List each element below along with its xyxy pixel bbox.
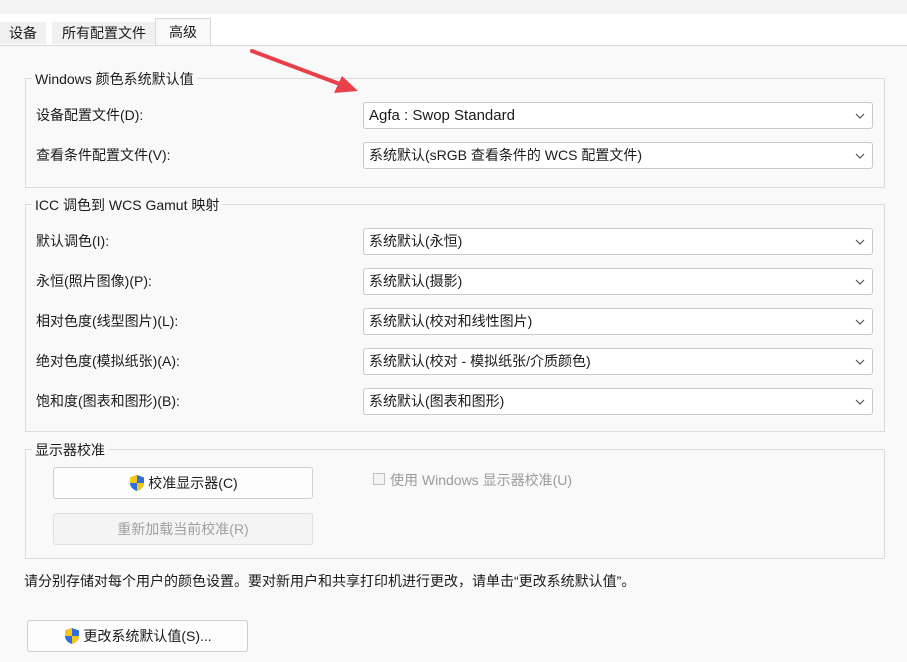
chevron-down-icon (855, 153, 865, 159)
device-profile-select[interactable]: Agfa : Swop Standard (363, 102, 873, 129)
device-profile-label: 设备配置文件(D): (36, 107, 144, 123)
chevron-down-icon (855, 239, 865, 245)
relative-colorimetric-select[interactable]: 系统默认(校对和线性图片) (363, 308, 873, 335)
absolute-colorimetric-label: 绝对色度(模拟纸张)(A): (36, 353, 180, 369)
wcs-defaults-group: Windows 颜色系统默认值 设备配置文件(D): Agfa : Swop S… (25, 69, 885, 188)
tab-devices[interactable]: 设备 (0, 22, 46, 44)
calibrate-display-button[interactable]: 校准显示器(C) (53, 467, 313, 499)
chevron-down-icon (855, 319, 865, 325)
default-intent-label: 默认调色(I): (36, 233, 110, 249)
viewing-conditions-value: 系统默认(sRGB 查看条件的 WCS 配置文件) (369, 147, 642, 163)
gamut-mapping-group: ICC 调色到 WCS Gamut 映射 默认调色(I): 系统默认(永恒) 永… (25, 195, 885, 432)
wcs-defaults-legend: Windows 颜色系统默认值 (32, 69, 197, 89)
device-profile-value: Agfa : Swop Standard (369, 107, 515, 124)
relative-colorimetric-label: 相对色度(线型图片)(L): (36, 313, 179, 329)
footnote-text: 请分别存储对每个用户的颜色设置。要对新用户和共享打印机进行更改，请单击“更改系统… (24, 573, 636, 589)
chevron-down-icon (855, 113, 865, 119)
default-intent-value: 系统默认(永恒) (369, 233, 463, 249)
saturation-select[interactable]: 系统默认(图表和图形) (363, 388, 873, 415)
saturation-label: 饱和度(图表和图形)(B): (36, 393, 180, 409)
relative-colorimetric-value: 系统默认(校对和线性图片) (369, 313, 533, 329)
advanced-tab-panel: Windows 颜色系统默认值 设备配置文件(D): Agfa : Swop S… (0, 45, 907, 662)
tab-strip: 设备 所有配置文件 高级 (0, 14, 907, 45)
change-system-defaults-label: 更改系统默认值(S)... (83, 628, 212, 644)
calibrate-display-label: 校准显示器(C) (148, 475, 238, 491)
title-band (0, 0, 907, 14)
absolute-colorimetric-select[interactable]: 系统默认(校对 - 模拟纸张/介质颜色) (363, 348, 873, 375)
change-system-defaults-button[interactable]: 更改系统默认值(S)... (27, 620, 248, 652)
saturation-value: 系统默认(图表和图形) (369, 393, 505, 409)
uac-shield-icon (65, 628, 80, 644)
viewing-conditions-label: 查看条件配置文件(V): (36, 147, 171, 163)
chevron-down-icon (855, 399, 865, 405)
chevron-down-icon (855, 359, 865, 365)
gamut-mapping-legend: ICC 调色到 WCS Gamut 映射 (32, 195, 223, 215)
reload-calibration-button[interactable]: 重新加载当前校准(R) (53, 513, 313, 545)
reload-calibration-label: 重新加载当前校准(R) (117, 521, 249, 537)
absolute-colorimetric-value: 系统默认(校对 - 模拟纸张/介质颜色) (369, 353, 591, 369)
viewing-conditions-select[interactable]: 系统默认(sRGB 查看条件的 WCS 配置文件) (363, 142, 873, 169)
perceptual-select[interactable]: 系统默认(摄影) (363, 268, 873, 295)
tab-advanced[interactable]: 高级 (155, 18, 211, 45)
use-windows-calibration-checkbox[interactable] (373, 473, 385, 485)
perceptual-value: 系统默认(摄影) (369, 273, 463, 289)
default-intent-select[interactable]: 系统默认(永恒) (363, 228, 873, 255)
chevron-down-icon (855, 279, 865, 285)
display-calibration-legend: 显示器校准 (32, 440, 108, 460)
tab-all-profiles[interactable]: 所有配置文件 (52, 22, 156, 44)
uac-shield-icon (130, 475, 145, 491)
perceptual-label: 永恒(照片图像)(P): (36, 273, 152, 289)
use-windows-calibration-label: 使用 Windows 显示器校准(U) (390, 472, 573, 488)
